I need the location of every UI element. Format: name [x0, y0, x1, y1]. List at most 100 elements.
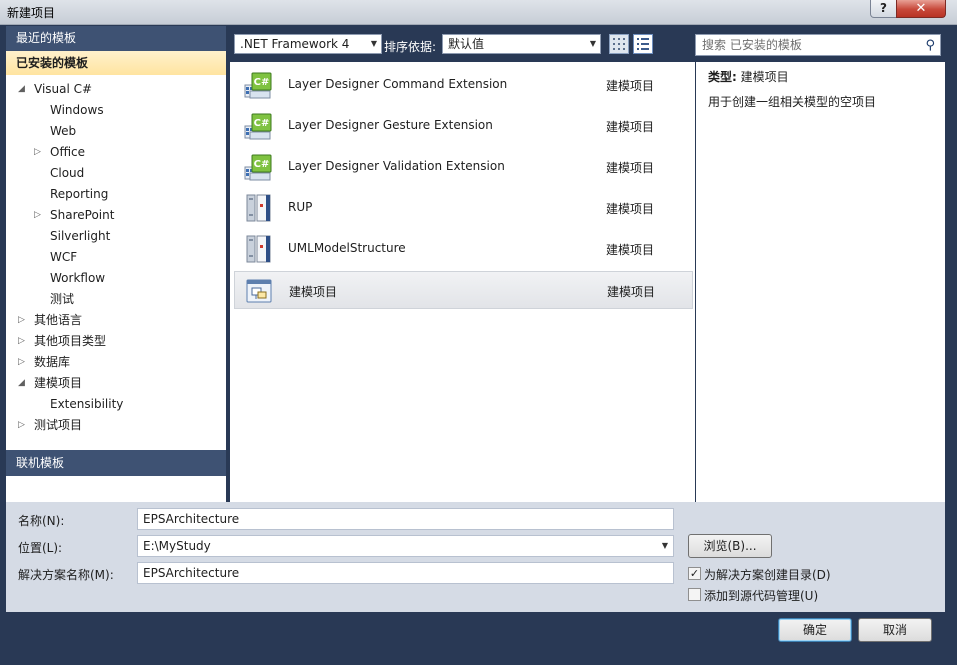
tree-item[interactable]: ◢ 建模项目 — [6, 373, 226, 394]
tree-item[interactable]: ▷ 数据库 — [6, 352, 226, 373]
template-row[interactable]: RUP 建模项目 — [234, 189, 693, 227]
tree-item-label: Office — [50, 145, 86, 159]
tree-item-label: Workflow — [50, 271, 106, 285]
list-view-icon — [637, 38, 649, 50]
dialog-client: 最近的模板 已安装的模板 ◢ Visual C# Windows Web ▷ Office… — [6, 26, 945, 653]
tree-item[interactable]: Web — [6, 121, 226, 142]
template-row[interactable]: UMLModelStructure 建模项目 — [234, 230, 693, 268]
model-structure-icon — [244, 235, 272, 263]
tree-item[interactable]: ▷ Office — [6, 142, 226, 163]
template-info-pane: 类型: 建模项目 用于创建一组相关模型的空项目 — [696, 62, 945, 502]
template-row[interactable]: C# Layer Designer Command Extension 建模项目 — [234, 66, 693, 104]
search-placeholder: 搜索 已安装的模板 — [702, 38, 802, 52]
details-view-button[interactable] — [633, 34, 653, 54]
tree-item[interactable]: ▷ 其他语言 — [6, 310, 226, 331]
tree-item-label: Visual C# — [34, 82, 93, 96]
location-value: E:\MyStudy — [143, 539, 211, 553]
create-directory-label[interactable]: 为解决方案创建目录(D) — [704, 566, 831, 583]
window-title: 新建项目 — [7, 6, 56, 20]
source-control-label[interactable]: 添加到源代码管理(U) — [704, 587, 818, 604]
template-type: 建模项目 — [606, 161, 655, 175]
online-templates-header[interactable]: 联机模板 — [6, 450, 226, 476]
collapsed-arrow-icon[interactable]: ▷ — [34, 142, 41, 163]
create-directory-checkbox[interactable]: ✓ — [688, 567, 701, 580]
svg-text:C#: C# — [254, 77, 270, 88]
tree-item[interactable]: Extensibility — [6, 394, 226, 415]
tree-item-label: Extensibility — [50, 397, 124, 411]
chevron-down-icon: ▼ — [370, 39, 377, 48]
tree-item-label: 建模项目 — [34, 376, 83, 390]
search-icon[interactable]: ⚲ — [925, 36, 935, 56]
project-name-input[interactable]: EPSArchitecture — [137, 508, 674, 530]
tree-item[interactable]: Silverlight — [6, 226, 226, 247]
tree-item[interactable]: Cloud — [6, 163, 226, 184]
tree-item[interactable]: Windows — [6, 100, 226, 121]
template-name: RUP — [288, 200, 313, 214]
project-name-label: 名称(N): — [18, 514, 65, 528]
template-row[interactable]: C# Layer Designer Gesture Extension 建模项目 — [234, 107, 693, 145]
template-type: 建模项目 — [606, 79, 655, 93]
template-name: Layer Designer Gesture Extension — [288, 118, 493, 132]
collapsed-arrow-icon[interactable]: ▷ — [18, 415, 25, 436]
small-icons-view-button[interactable] — [609, 34, 629, 54]
sort-by-dropdown[interactable]: 默认值 ▼ — [442, 34, 601, 54]
tree-item[interactable]: ▷ 其他项目类型 — [6, 331, 226, 352]
chevron-down-icon[interactable]: ▼ — [662, 536, 668, 556]
solution-name-input[interactable]: EPSArchitecture — [137, 562, 674, 584]
search-templates-input[interactable]: 搜索 已安装的模板 ⚲ — [695, 34, 941, 56]
template-type-line: 类型: 建模项目 — [708, 68, 789, 85]
template-row[interactable]: 建模项目 建模项目 — [234, 271, 693, 309]
sort-by-dropdown-value: 默认值 — [448, 37, 485, 51]
template-description: 用于创建一组相关模型的空项目 — [708, 95, 877, 109]
installed-templates-header[interactable]: 已安装的模板 — [6, 51, 226, 75]
template-type: 建模项目 — [606, 243, 655, 257]
tree-item[interactable]: WCF — [6, 247, 226, 268]
sort-by-label: 排序依据: — [384, 40, 437, 54]
tree-item-label: Reporting — [50, 187, 109, 201]
tree-item-label: 数据库 — [34, 355, 71, 369]
solution-name-label: 解决方案名称(M): — [18, 568, 114, 582]
tree-item-label: SharePoint — [50, 208, 115, 222]
chevron-down-icon: ▼ — [589, 39, 596, 48]
location-input[interactable]: E:\MyStudy ▼ — [137, 535, 674, 557]
tree-item[interactable]: 测试 — [6, 289, 226, 310]
tree-item-label: Cloud — [50, 166, 85, 180]
tree-item[interactable]: ▷ SharePoint — [6, 205, 226, 226]
checkmark-icon: ✓ — [689, 567, 700, 580]
recent-templates-header[interactable]: 最近的模板 — [6, 26, 226, 51]
svg-text:C#: C# — [254, 159, 270, 170]
collapsed-arrow-icon[interactable]: ▷ — [18, 352, 25, 373]
collapsed-arrow-icon[interactable]: ▷ — [18, 331, 25, 352]
location-label: 位置(L): — [18, 541, 63, 555]
tree-item[interactable]: Reporting — [6, 184, 226, 205]
collapsed-arrow-icon[interactable]: ▷ — [34, 205, 41, 226]
expanded-arrow-icon[interactable]: ◢ — [18, 373, 25, 394]
cancel-button[interactable]: 取消 — [858, 618, 932, 642]
close-button[interactable]: ✕ — [896, 0, 946, 18]
template-type: 建模项目 — [607, 285, 656, 299]
collapsed-arrow-icon[interactable]: ▷ — [18, 310, 25, 331]
template-type: 建模项目 — [606, 120, 655, 134]
template-name: 建模项目 — [289, 285, 338, 299]
ok-button[interactable]: 确定 — [778, 618, 852, 642]
template-list: C# Layer Designer Command Extension 建模项目 C#… — [230, 62, 695, 502]
tree-item-label: Web — [50, 124, 77, 138]
template-tree: ◢ Visual C# Windows Web ▷ Office Cloud Reportin… — [6, 75, 226, 436]
tree-item[interactable]: ◢ Visual C# — [6, 79, 226, 100]
left-pane-empty-area — [6, 476, 226, 502]
tree-item-label: 其他语言 — [34, 313, 83, 327]
tree-item-label: 其他项目类型 — [34, 334, 107, 348]
browse-button[interactable]: 浏览(B)... — [688, 534, 772, 558]
csharp-project-icon: C# — [244, 71, 272, 99]
expanded-arrow-icon[interactable]: ◢ — [18, 79, 25, 100]
tree-item[interactable]: Workflow — [6, 268, 226, 289]
help-button[interactable]: ? — [870, 0, 897, 18]
template-type-value: 建模项目 — [740, 70, 789, 84]
model-structure-icon — [244, 194, 272, 222]
modeling-project-icon — [245, 277, 273, 305]
framework-dropdown[interactable]: .NET Framework 4 ▼ — [234, 34, 382, 54]
template-name: UMLModelStructure — [288, 241, 406, 255]
source-control-checkbox[interactable] — [688, 588, 701, 601]
template-row[interactable]: C# Layer Designer Validation Extension 建模项… — [234, 148, 693, 186]
tree-item[interactable]: ▷ 测试项目 — [6, 415, 226, 436]
